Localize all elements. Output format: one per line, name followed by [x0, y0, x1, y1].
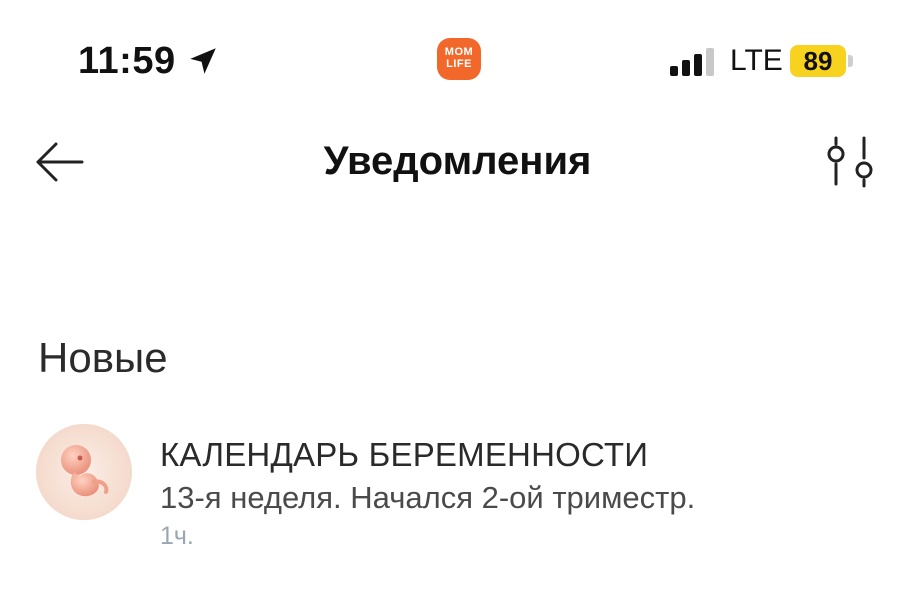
avatar	[36, 424, 132, 520]
page-title: Уведомления	[323, 139, 592, 183]
notification-item[interactable]: КАЛЕНДАРЬ БЕРЕМЕННОСТИ 13-я неделя. Нача…	[36, 420, 886, 560]
filter-button[interactable]	[820, 134, 880, 190]
notification-text: 13-я неделя. Начался 2-ой триместр.	[160, 480, 696, 515]
notification-time: 1ч.	[160, 522, 194, 550]
filter-sliders-icon	[827, 136, 873, 188]
status-bar: 11:59 MOM LIFE LTE 89	[0, 0, 915, 125]
location-arrow-icon	[190, 48, 216, 74]
notification-title: КАЛЕНДАРЬ БЕРЕМЕННОСТИ	[160, 436, 649, 473]
battery-icon: 89	[790, 45, 846, 77]
battery-tip	[848, 55, 853, 67]
embryo-icon	[36, 424, 132, 520]
section-title-new: Новые	[38, 334, 168, 381]
app-logo: MOM LIFE	[437, 38, 481, 80]
status-time: 11:59	[78, 40, 176, 82]
signal-icon	[670, 46, 716, 76]
network-type: LTE	[730, 44, 783, 77]
